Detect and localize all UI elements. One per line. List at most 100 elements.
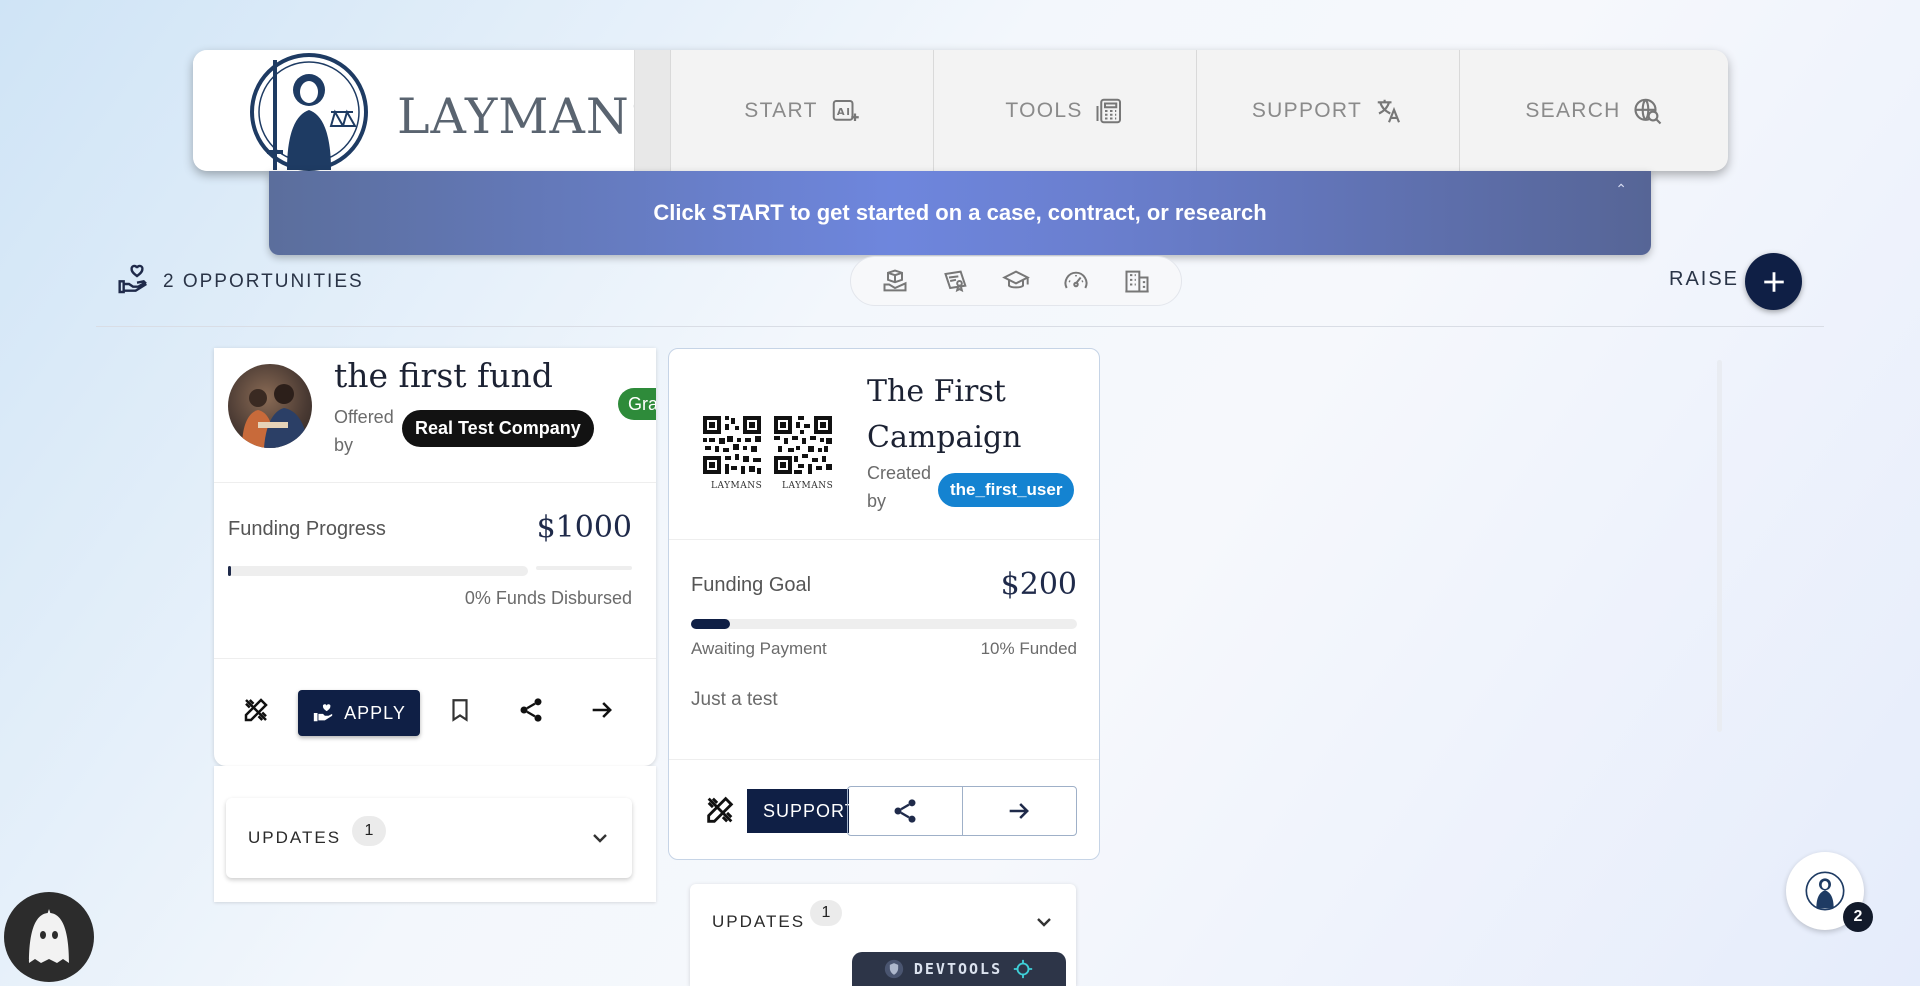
- nav-tab-tools[interactable]: TOOLS: [933, 50, 1196, 171]
- funding-progress-bar: [691, 619, 1077, 629]
- campaign-action-group: [847, 786, 1077, 836]
- devtools-toggle[interactable]: DEVTOOLS: [852, 952, 1066, 986]
- company-badge[interactable]: Real Test Company: [402, 410, 594, 447]
- share-button[interactable]: [511, 690, 551, 730]
- fund-type-badge: Gra: [618, 388, 656, 420]
- crosshair-icon[interactable]: [1012, 958, 1034, 980]
- hand-heart-icon: [118, 264, 147, 294]
- fund-title: the first fund: [334, 356, 553, 395]
- raise-add-button[interactable]: [1745, 253, 1802, 310]
- shield-icon: [884, 959, 904, 979]
- logo[interactable]: LAYMANS: [193, 50, 663, 171]
- gauge-icon[interactable]: [1062, 267, 1090, 295]
- search-globe-icon: [1634, 98, 1661, 124]
- card-divider: [214, 482, 656, 483]
- tools-button[interactable]: [236, 690, 276, 730]
- nav-tab-search[interactable]: SEARCH: [1459, 50, 1728, 171]
- fund-avatar: [228, 364, 312, 448]
- plus-icon: [1763, 271, 1784, 292]
- share-icon: [520, 698, 542, 722]
- devtools-label: DEVTOOLS: [913, 960, 1003, 978]
- ruler-pencil-icon[interactable]: [703, 793, 737, 827]
- fund-card: the first fund Offered by Real Test Comp…: [214, 348, 656, 766]
- arrow-right-icon: [1009, 803, 1030, 819]
- card-divider: [669, 759, 1099, 760]
- fund-updates-section: UPDATES 1: [214, 766, 656, 902]
- campaign-amount: $200: [1000, 567, 1077, 602]
- campaign-description: Just a test: [691, 689, 778, 710]
- funding-progress-fill: [228, 566, 231, 576]
- funding-goal-label: Funding Goal: [691, 574, 812, 596]
- ghost-icon: [29, 909, 69, 963]
- share-button[interactable]: [848, 787, 962, 835]
- campaign-title: The First Campaign: [867, 374, 1022, 455]
- apply-label: APPLY: [344, 702, 406, 723]
- banner-collapse-icon[interactable]: ⌃: [1615, 181, 1627, 198]
- translate-icon: [1377, 99, 1401, 123]
- funds-disbursed-text: 0% Funds Disbursed: [464, 588, 632, 608]
- campaign-card: LAYMANS LAYMANS The First Campaign Creat…: [668, 348, 1100, 860]
- ruler-pencil-icon: [244, 698, 268, 722]
- chevron-down-icon: [593, 834, 607, 843]
- top-navigation: LAYMANS START AI TOOLS SUPPORT SEARCH: [193, 50, 1728, 171]
- raise-label: RAISE: [1669, 268, 1740, 290]
- logo-text: LAYMANS: [397, 88, 665, 145]
- nav-tab-search-label: SEARCH: [1525, 98, 1621, 122]
- category-filter-group: [850, 256, 1182, 306]
- payment-status: Awaiting Payment: [691, 639, 827, 658]
- fund-amount: $1000: [536, 510, 632, 545]
- calculator-icon: [1096, 98, 1121, 123]
- updates-label: UPDATES: [712, 912, 806, 931]
- nav-tab-support[interactable]: SUPPORT: [1196, 50, 1459, 171]
- support-label: SUPPORT: [763, 800, 849, 821]
- support-button[interactable]: SUPPORT: [747, 789, 849, 833]
- building-icon[interactable]: [1123, 267, 1151, 295]
- arrow-right-icon: [592, 702, 612, 718]
- funded-percent-text: 10% Funded: [980, 639, 1077, 658]
- bookmark-icon: [452, 699, 468, 722]
- nav-tab-start-label: START: [744, 98, 818, 122]
- funding-progress-fill: [691, 619, 730, 629]
- lady-justice-logo-icon: [250, 53, 368, 171]
- lady-justice-logo-icon: [1805, 871, 1845, 911]
- offered-by-label: Offered by: [334, 407, 394, 455]
- funding-progress-track: [536, 566, 632, 570]
- svg-text:AI: AI: [837, 106, 852, 117]
- ghost-assistant-button[interactable]: [4, 892, 94, 982]
- header-divider: [634, 50, 670, 171]
- open-campaign-button[interactable]: [961, 787, 1077, 835]
- share-icon: [894, 799, 916, 823]
- notification-count-badge: 2: [1843, 902, 1873, 932]
- nav-tab-support-label: SUPPORT: [1251, 98, 1363, 122]
- funding-progress-label: Funding Progress: [228, 518, 386, 540]
- open-fund-button[interactable]: [582, 690, 622, 730]
- diploma-icon[interactable]: [942, 267, 970, 295]
- bookmark-button[interactable]: [440, 690, 480, 730]
- scrollbar-track[interactable]: [1717, 360, 1722, 732]
- apply-button[interactable]: APPLY: [298, 690, 420, 736]
- hand-box-icon[interactable]: [881, 267, 909, 295]
- updates-count-badge: 1: [810, 900, 842, 926]
- updates-count-badge: 1: [352, 816, 386, 846]
- created-by-label: Created by: [867, 463, 932, 511]
- toolbar-divider: [96, 326, 1824, 327]
- funding-progress-bar: [228, 566, 528, 576]
- ai-sparkle-icon: AI: [832, 99, 859, 121]
- nav-tab-tools-label: TOOLS: [1005, 98, 1083, 122]
- hand-heart-icon: [313, 704, 333, 722]
- nav-tab-start[interactable]: START AI: [670, 50, 933, 171]
- updates-label: UPDATES: [248, 828, 342, 847]
- chevron-down-icon: [1037, 918, 1051, 927]
- updates-accordion[interactable]: UPDATES 1: [226, 798, 632, 878]
- qr-code-icon: [703, 416, 761, 474]
- opportunities-count: 2 OPPORTUNITIES: [163, 271, 364, 292]
- qr-caption: LAYMANS: [782, 481, 834, 491]
- card-divider: [214, 658, 656, 659]
- banner-text: Click START to get started on a case, co…: [653, 200, 1267, 225]
- info-banner: Click START to get started on a case, co…: [269, 171, 1651, 255]
- graduation-cap-icon[interactable]: [1002, 267, 1030, 295]
- qr-caption: LAYMANS: [711, 481, 763, 491]
- user-badge[interactable]: the_first_user: [938, 473, 1075, 507]
- qr-code-icon: [774, 416, 832, 474]
- card-divider: [669, 539, 1099, 540]
